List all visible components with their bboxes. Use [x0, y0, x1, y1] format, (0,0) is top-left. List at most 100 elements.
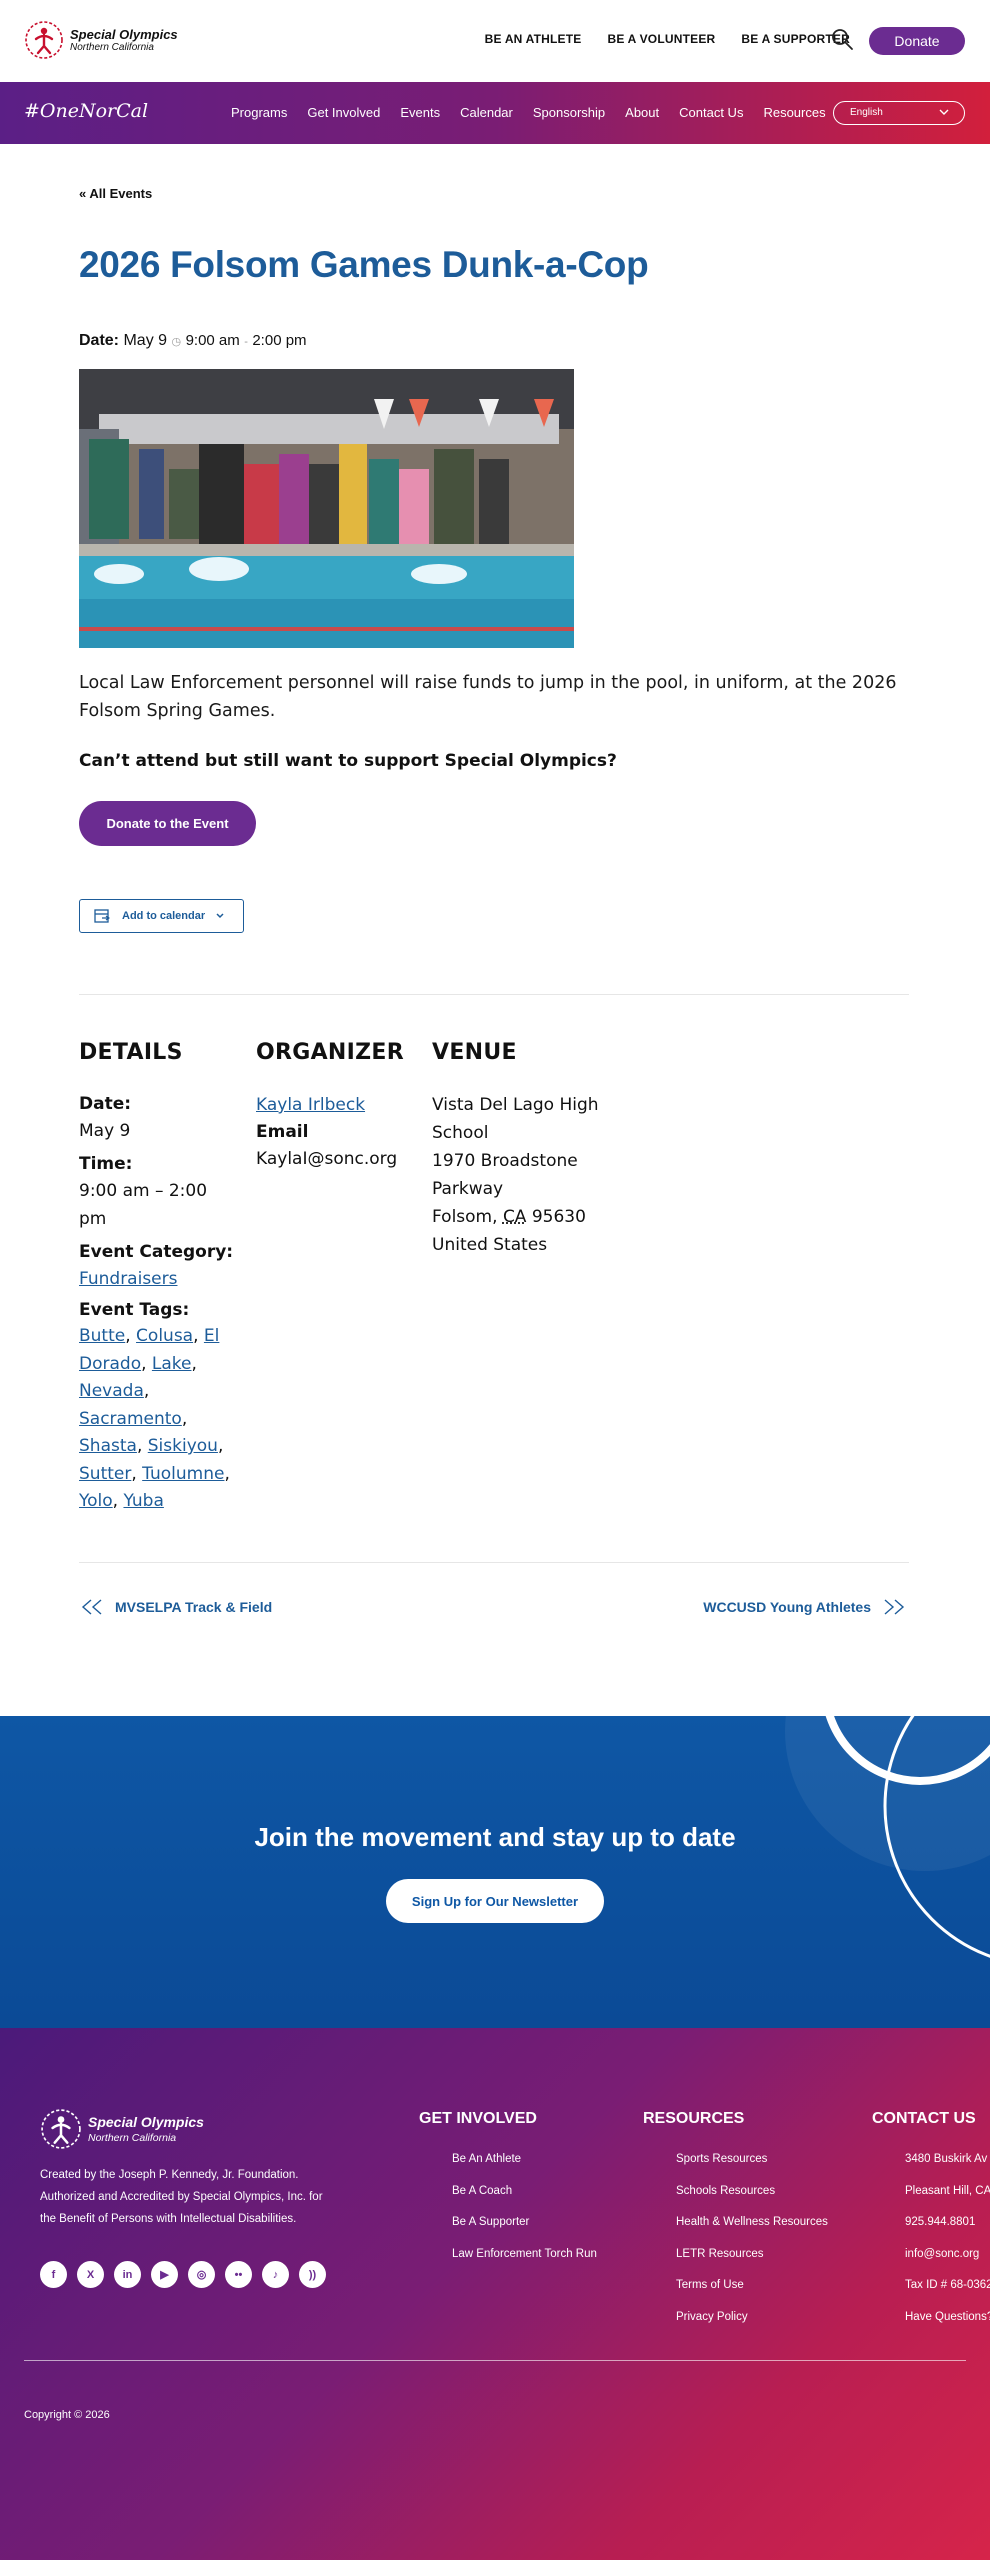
date-label: Date: [79, 332, 120, 349]
footer-email-link[interactable]: info@sonc.org [905, 2248, 979, 2260]
footer-link[interactable]: Law Enforcement Torch Run [452, 2248, 597, 2260]
event-tags-list: Butte, Colusa, El Dorado, Lake, Nevada, … [79, 1326, 230, 1511]
flickr-icon[interactable]: •• [225, 2261, 252, 2288]
details-time-value: 9:00 am – 2:00 pm [79, 1181, 208, 1229]
footer-col-heading: GET INVOLVED [419, 2110, 537, 2127]
footer-contact-item: Tax ID # 68-0362 [905, 2279, 990, 2291]
footer-link[interactable]: Be A Supporter [452, 2216, 529, 2228]
venue-address-line1: 1970 Broadstone [432, 1151, 578, 1171]
nav-item-sponsorship[interactable]: Sponsorship [533, 105, 605, 120]
nav-item-events[interactable]: Events [400, 105, 440, 120]
footer-col-heading: RESOURCES [643, 2110, 745, 2127]
venue-name-line1: Vista Del Lago High [432, 1095, 599, 1115]
donate-button[interactable]: Donate [869, 27, 965, 55]
organizer-name-link[interactable]: Kayla Irlbeck [256, 1095, 365, 1115]
footer-link[interactable]: Sports Resources [676, 2153, 767, 2165]
organizer-heading: ORGANIZER [256, 1040, 404, 1065]
top-nav-be-a-volunteer[interactable]: BE A VOLUNTEER [607, 32, 715, 46]
nav-item-about[interactable]: About [625, 105, 659, 120]
time-end: 2:00 pm [252, 332, 307, 349]
nav-item-get-involved[interactable]: Get Involved [307, 105, 380, 120]
venue-zip: 95630 [531, 1207, 586, 1227]
footer-link[interactable]: LETR Resources [676, 2248, 764, 2260]
support-question: Can’t attend but still want to support S… [79, 751, 617, 771]
footer-link[interactable]: Terms of Use [676, 2279, 744, 2291]
special-olympics-logo-icon [25, 21, 63, 59]
newsletter-signup-button[interactable]: Sign Up for Our Newsletter [386, 1879, 604, 1923]
logo-title: Special Olympics [70, 26, 178, 42]
time-separator: - [244, 336, 248, 348]
footer-link[interactable]: Privacy Policy [676, 2311, 748, 2323]
tag-link[interactable]: Butte [79, 1326, 125, 1346]
footer-link[interactable]: Health & Wellness Resources [676, 2216, 828, 2228]
nav-item-calendar[interactable]: Calendar [460, 105, 513, 120]
site-header: Special Olympics Northern California BE … [0, 0, 990, 82]
rss-icon[interactable]: )) [299, 2261, 326, 2288]
event-category-link[interactable]: Fundraisers [79, 1269, 177, 1289]
language-value: English [850, 107, 883, 118]
tag-link[interactable]: Siskiyou [148, 1436, 218, 1456]
search-icon[interactable] [830, 27, 854, 51]
all-events-link[interactable]: « All Events [79, 186, 152, 201]
event-date-line: Date: May 9 ◷ 9:00 am - 2:00 pm [79, 332, 307, 350]
footer-link[interactable]: Schools Resources [676, 2185, 775, 2197]
footer-link[interactable]: Be An Athlete [452, 2153, 521, 2165]
x-icon[interactable]: X [77, 2261, 104, 2288]
date-value: May 9 [123, 332, 168, 349]
next-event-link[interactable]: WCCUSD Young Athletes [703, 1598, 907, 1616]
time-start: 9:00 am [185, 332, 240, 349]
nav-item-contact-us[interactable]: Contact Us [679, 105, 743, 120]
double-chevron-left-icon [81, 1599, 102, 1615]
footer-contact-us: CONTACT US 3480 Buskirk Av Pleasant Hill… [872, 2110, 990, 2341]
nav-item-programs[interactable]: Programs [231, 105, 287, 120]
tiktok-icon[interactable]: ♪ [262, 2261, 289, 2288]
event-title: 2026 Folsom Games Dunk-a-Cop [79, 244, 649, 285]
tag-link[interactable]: Sacramento [79, 1409, 182, 1429]
nav-item-resources[interactable]: Resources [763, 105, 825, 120]
social-links: f X in ▶ ◎ •• ♪ )) [40, 2261, 326, 2288]
venue-country: United States [432, 1235, 548, 1255]
hashtag-logo[interactable]: #OneNorCal [24, 100, 148, 122]
top-nav-be-an-athlete[interactable]: BE AN ATHLETE [485, 32, 582, 46]
footer-description-line: Authorized and Accredited by Special Oly… [40, 2191, 323, 2203]
venue-state: CA [502, 1207, 527, 1227]
tag-link[interactable]: Lake [152, 1354, 192, 1374]
youtube-icon[interactable]: ▶ [151, 2261, 178, 2288]
footer-phone-link[interactable]: 925.944.8801 [905, 2216, 975, 2228]
footer-description: Created by the Joseph P. Kennedy, Jr. Fo… [40, 2164, 360, 2230]
footer-link[interactable]: Have Questions? [905, 2311, 990, 2323]
tag-link[interactable]: Sutter [79, 1464, 131, 1484]
previous-event-link[interactable]: MVSELPA Track & Field [79, 1598, 272, 1616]
logo-subtitle: Northern California [70, 41, 154, 53]
chevron-down-icon [939, 109, 949, 115]
chevron-down-icon [216, 913, 224, 919]
copyright: Copyright © 2026 [24, 2409, 110, 2421]
organizer-email-value: KaylaI@sonc.org [256, 1149, 398, 1169]
tag-link[interactable]: Colusa [136, 1326, 193, 1346]
clock-icon: ◷ [171, 336, 182, 348]
special-olympics-logo-icon [41, 2109, 81, 2149]
next-event-label: WCCUSD Young Athletes [703, 1599, 871, 1615]
tag-link[interactable]: Shasta [79, 1436, 137, 1456]
language-select[interactable]: English [833, 101, 965, 125]
main-nav: Programs Get Involved Events Calendar Sp… [231, 105, 826, 120]
venue-section: VENUE Vista Del Lago High School 1970 Br… [432, 1040, 632, 1259]
tag-link[interactable]: Nevada [79, 1381, 144, 1401]
footer-description-line: the Benefit of Persons with Intellectual… [40, 2213, 297, 2225]
facebook-icon[interactable]: f [40, 2261, 67, 2288]
footer-logo[interactable]: Special Olympics Northern California [40, 2108, 204, 2150]
footer-link[interactable]: Be A Coach [452, 2185, 512, 2197]
tag-link[interactable]: Yolo [79, 1491, 113, 1511]
event-description: Local Law Enforcement personnel will rai… [79, 673, 897, 721]
add-to-calendar-button[interactable]: Add to calendar [79, 899, 244, 933]
linkedin-icon[interactable]: in [114, 2261, 141, 2288]
details-section: DETAILS Date: May 9 Time: 9:00 am – 2:00… [79, 1040, 239, 1516]
donate-to-event-button[interactable]: Donate to the Event [79, 801, 256, 846]
details-category-label: Event Category: [79, 1242, 234, 1262]
tag-link[interactable]: Yuba [123, 1491, 163, 1511]
instagram-icon[interactable]: ◎ [188, 2261, 215, 2288]
venue-name-line2: School [432, 1123, 489, 1143]
site-logo[interactable]: Special Olympics Northern California [24, 20, 178, 60]
tag-link[interactable]: Tuolumne [142, 1464, 224, 1484]
top-nav: BE AN ATHLETE BE A VOLUNTEER BE A SUPPOR… [485, 32, 850, 46]
